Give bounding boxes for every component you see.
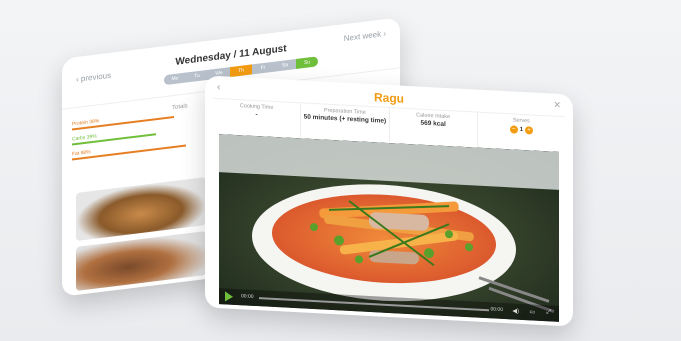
time-elapsed: 00:00 <box>241 293 254 300</box>
day-tab[interactable]: Sa <box>274 59 296 72</box>
day-tab-active[interactable]: Th <box>230 64 252 77</box>
day-tab[interactable]: Su <box>296 56 318 69</box>
increase-serves-button[interactable]: + <box>525 126 533 134</box>
meal-thumbnail[interactable] <box>76 231 206 291</box>
play-icon[interactable] <box>225 291 233 301</box>
serves-value: 1 <box>520 127 523 133</box>
day-tab[interactable]: Mo <box>164 73 186 86</box>
fullscreen-icon[interactable]: ⤢ <box>546 309 551 316</box>
decrease-serves-button[interactable]: − <box>510 125 518 133</box>
time-total: 00:00 <box>490 306 503 313</box>
cooking-time: Cooking Time - <box>213 99 301 138</box>
day-tab[interactable]: Fr <box>252 62 274 75</box>
recipe-video[interactable]: 00:00 00:00 ◀) ▭ ⤢ <box>219 134 559 322</box>
serves: Serves − 1 + <box>478 113 565 152</box>
marketing-stage: ‹ previous Wednesday / 11 August Next we… <box>0 0 681 341</box>
macro-totals: Protein 39% Carbs 39% Fat 98% <box>72 98 202 176</box>
close-icon[interactable]: ✕ <box>553 100 561 111</box>
recipe-tablet: ‹ Ragu ✕ Cooking Time - Preparation Time… <box>205 75 573 326</box>
calorie-intake: Calorie Intake 569 kcal <box>390 108 478 147</box>
meal-thumbnail[interactable] <box>76 177 206 241</box>
captions-icon[interactable]: ▭ <box>529 308 535 315</box>
prep-time: Preparation Time 50 minutes (+ resting t… <box>301 103 389 142</box>
volume-icon[interactable]: ◀) <box>512 307 519 314</box>
